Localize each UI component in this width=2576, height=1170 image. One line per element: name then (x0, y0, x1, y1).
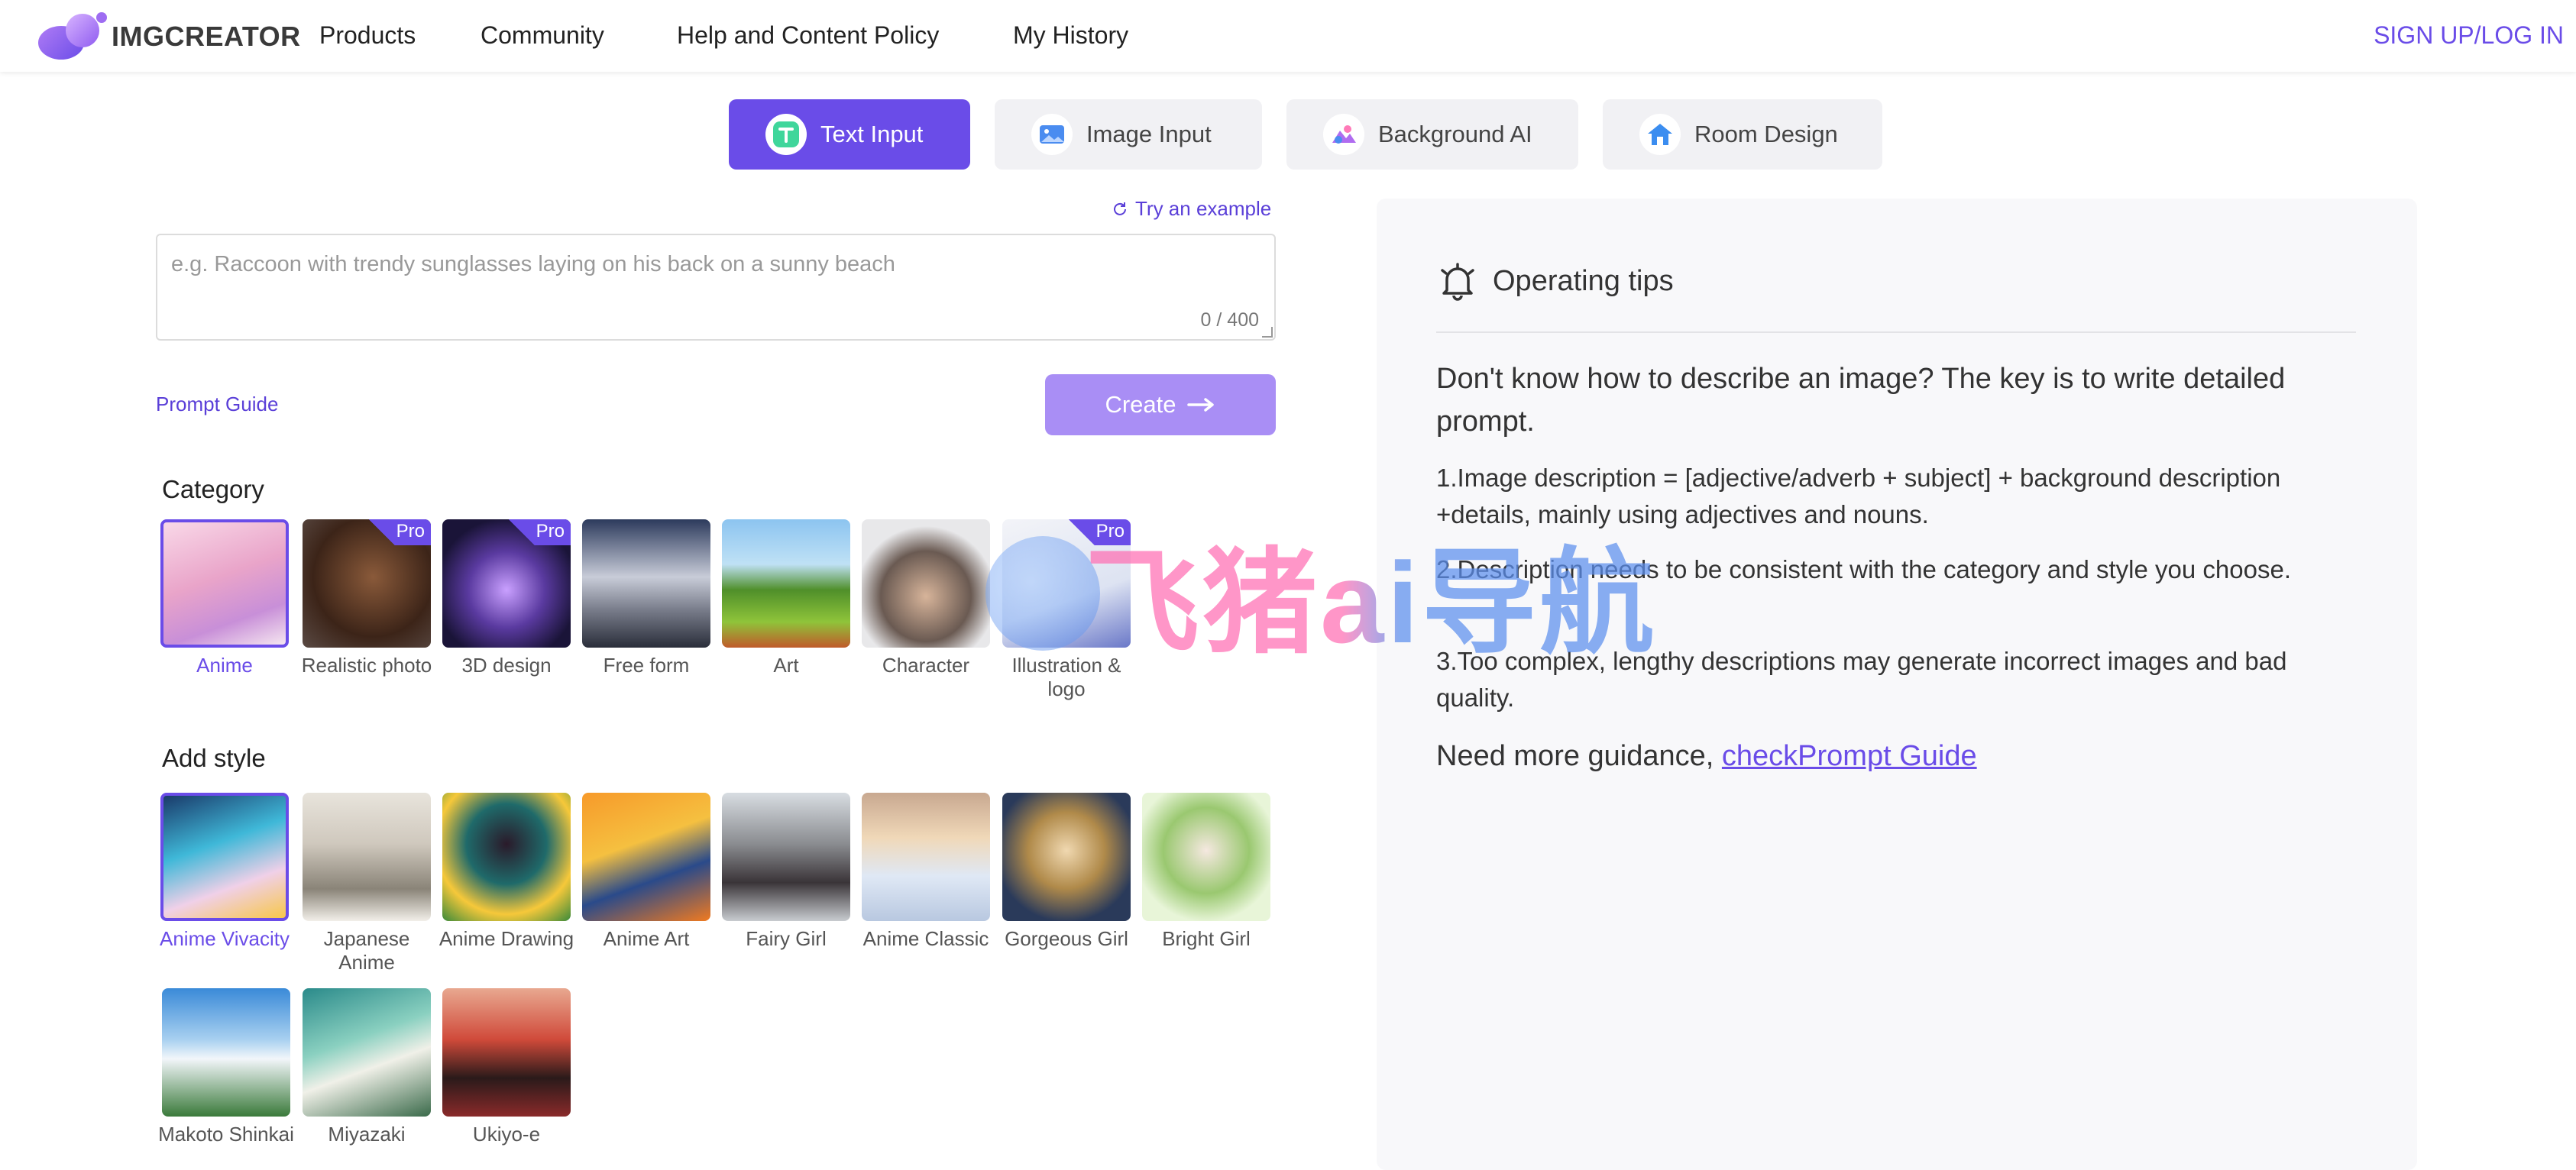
prompt-guide-link[interactable]: Prompt Guide (156, 393, 278, 416)
top-navbar: IMGCREATOR Products Community Help and C… (0, 0, 2576, 72)
more-guidance-text: Need more guidance, (1436, 740, 1722, 772)
try-example-label: Try an example (1135, 197, 1272, 220)
image-input-icon (1031, 114, 1073, 155)
style-anime-classic-thumb[interactable] (862, 793, 990, 921)
tab-room-design[interactable]: Room Design (1603, 99, 1882, 170)
try-example-link[interactable]: Try an example (1111, 197, 1271, 221)
tab-background-ai[interactable]: Background AI (1286, 99, 1578, 170)
category-free-form-thumb[interactable] (582, 519, 710, 648)
category-3d-design-thumb[interactable]: Pro (442, 519, 571, 648)
style-anime-art-thumb[interactable] (582, 793, 710, 921)
text-input-icon (765, 114, 807, 155)
pro-badge: Pro (368, 519, 431, 545)
category-character-thumb[interactable] (862, 519, 990, 648)
logo-icon (38, 12, 108, 61)
prompt-placeholder: e.g. Raccoon with trendy sunglasses layi… (171, 252, 895, 276)
style-label[interactable]: Anime Vivacity (156, 927, 293, 951)
style-label[interactable]: Makoto Shinkai (157, 1123, 295, 1146)
logo[interactable]: IMGCREATOR (38, 12, 301, 61)
signup-login-link[interactable]: SIGN UP/LOG IN (2374, 21, 2564, 50)
arrow-right-icon (1186, 398, 1214, 412)
style-label[interactable]: Anime Classic (857, 927, 995, 951)
category-label[interactable]: Free form (578, 654, 715, 677)
nav-products[interactable]: Products (319, 21, 416, 50)
tab-label: Background AI (1378, 121, 1532, 147)
category-title: Category (162, 475, 264, 503)
watermark: 飞猪ai导航 (985, 510, 1657, 676)
style-label[interactable]: Japanese Anime (298, 927, 435, 974)
tab-label: Image Input (1086, 121, 1212, 147)
house-icon (1639, 114, 1681, 155)
style-label[interactable]: Anime Art (578, 927, 715, 951)
prompt-textarea[interactable]: e.g. Raccoon with trendy sunglasses layi… (156, 234, 1276, 341)
style-ukiyo-e-thumb[interactable] (442, 988, 571, 1117)
category-label[interactable]: Character (857, 654, 995, 677)
style-label[interactable]: Ukiyo-e (438, 1123, 575, 1146)
category-label[interactable]: 3D design (438, 654, 575, 677)
style-label[interactable]: Fairy Girl (717, 927, 855, 951)
logo-text: IMGCREATOR (112, 21, 301, 52)
tab-label: Text Input (820, 121, 924, 147)
pro-badge: Pro (508, 519, 571, 545)
operating-tips-panel: Operating tips Don't know how to describ… (1377, 199, 2417, 1170)
category-realistic-photo-thumb[interactable]: Pro (303, 519, 431, 648)
resize-handle[interactable] (1262, 327, 1273, 338)
tips-title: Operating tips (1493, 264, 1674, 297)
tips-header: Operating tips (1436, 260, 1674, 302)
check-prompt-guide-link[interactable]: checkPrompt Guide (1722, 740, 1977, 772)
nav-help-content-policy[interactable]: Help and Content Policy (677, 21, 939, 50)
tips-intro: Don't know how to describe an image? The… (1436, 363, 2286, 438)
bell-icon (1441, 263, 1474, 301)
style-fairy-girl-thumb[interactable] (722, 793, 850, 921)
watermark-text: 飞猪ai导航 (1085, 510, 1657, 676)
tab-text-input[interactable]: Text Input (729, 99, 970, 170)
category-label[interactable]: Realistic photo (298, 654, 435, 677)
style-label[interactable]: Anime Drawing (438, 927, 575, 951)
category-label[interactable]: Anime (156, 654, 293, 677)
nav-community[interactable]: Community (481, 21, 604, 50)
style-gorgeous-girl-thumb[interactable] (1002, 793, 1131, 921)
category-label[interactable]: Art (717, 654, 855, 677)
nav-my-history[interactable]: My History (1013, 21, 1128, 50)
style-label[interactable]: Miyazaki (298, 1123, 435, 1146)
style-makoto-shinkai-thumb[interactable] (162, 988, 290, 1117)
style-anime-drawing-thumb[interactable] (442, 793, 571, 921)
character-counter: 0 / 400 (1200, 309, 1259, 331)
category-art-thumb[interactable] (722, 519, 850, 648)
style-japanese-anime-thumb[interactable] (303, 793, 431, 921)
watermark-logo-icon (985, 535, 1100, 651)
background-ai-icon (1323, 114, 1364, 155)
add-style-title: Add style (162, 744, 266, 772)
refresh-icon (1114, 202, 1126, 215)
style-label[interactable]: Bright Girl (1138, 927, 1275, 951)
tab-image-input[interactable]: Image Input (995, 99, 1262, 170)
category-anime-thumb[interactable] (160, 519, 289, 648)
divider (1436, 331, 2356, 333)
more-guidance: Need more guidance, checkPrompt Guide (1436, 735, 2368, 777)
create-button[interactable]: Create (1045, 374, 1276, 435)
create-label: Create (1105, 391, 1176, 418)
style-miyazaki-thumb[interactable] (303, 988, 431, 1117)
style-bright-girl-thumb[interactable] (1142, 793, 1270, 921)
tab-label: Room Design (1694, 121, 1838, 147)
style-anime-vivacity-thumb[interactable] (160, 793, 289, 921)
style-label[interactable]: Gorgeous Girl (998, 927, 1135, 951)
